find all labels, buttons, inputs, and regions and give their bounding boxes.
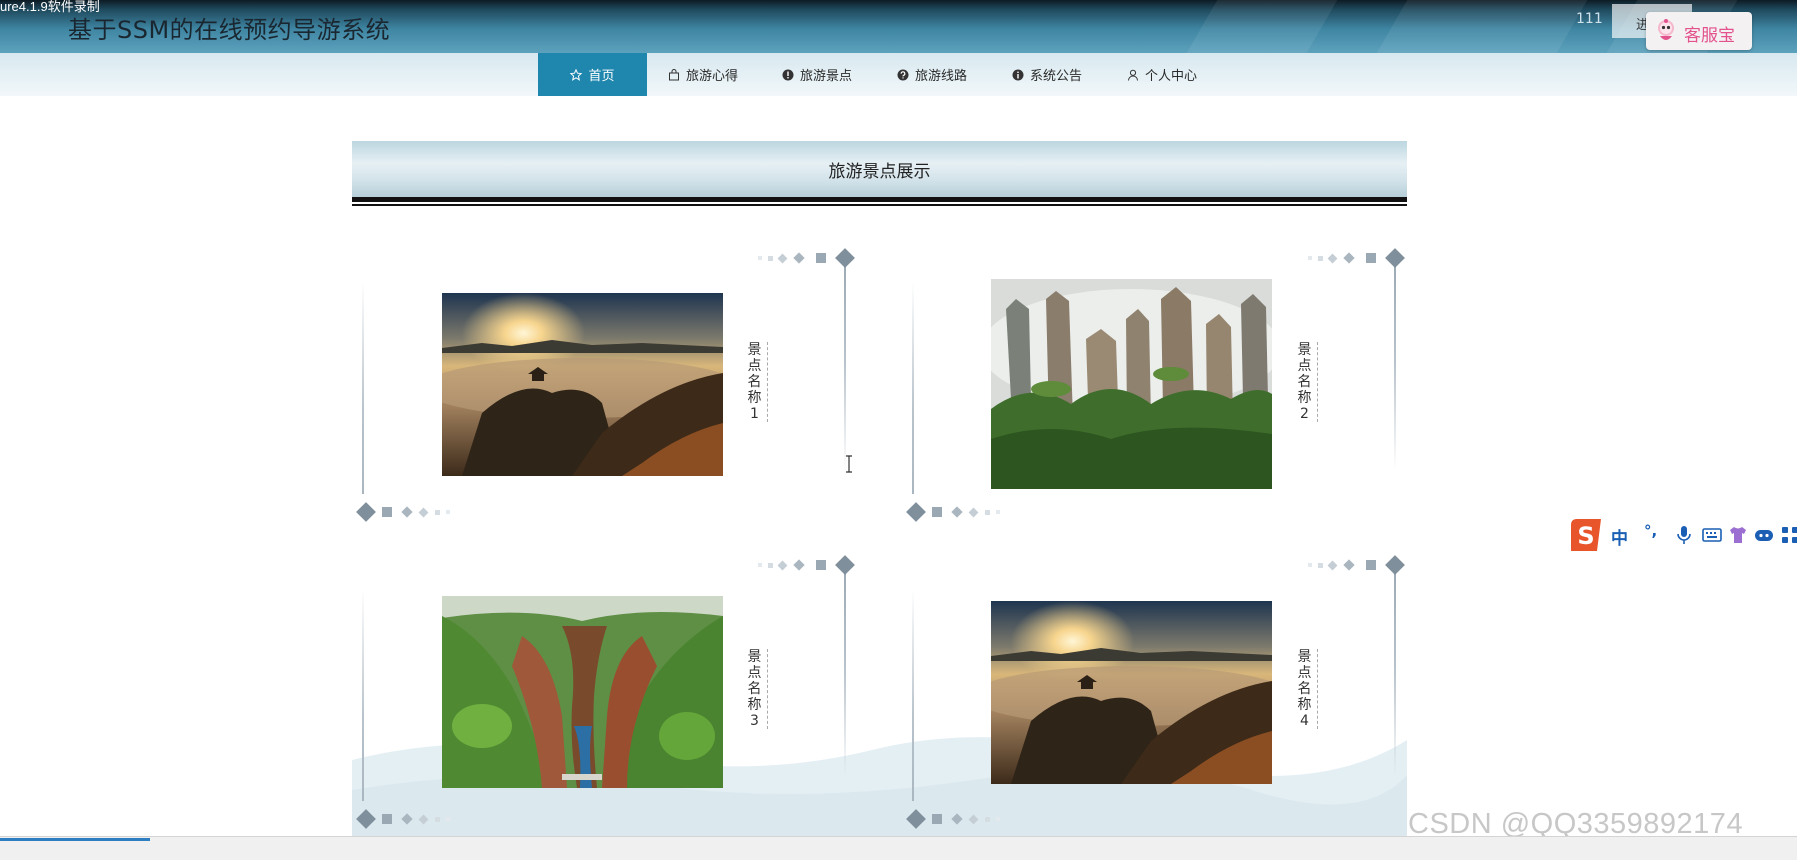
customer-service-button[interactable]: 客服宝 <box>1646 12 1752 50</box>
gamepad-icon[interactable] <box>1753 524 1775 546</box>
nav-profile-label: 个人中心 <box>1145 69 1198 84</box>
card-frame-line <box>1394 563 1396 778</box>
nav-attractions-label: 旅游景点 <box>800 69 853 84</box>
diamond-ornament <box>356 809 450 829</box>
site-title: 基于SSM的在线预约导游系统 <box>68 16 391 44</box>
nav-routes[interactable]: 旅游线路 <box>897 53 967 96</box>
keyboard-icon[interactable] <box>1701 524 1723 546</box>
attraction-name[interactable]: 景点名称4 <box>1296 649 1318 729</box>
skin-shirt-icon[interactable] <box>1727 524 1749 546</box>
attraction-card[interactable]: 景点名称3 <box>352 549 872 839</box>
username[interactable]: 111 <box>1576 11 1603 27</box>
nav-routes-label: 旅游线路 <box>915 69 968 84</box>
nav-attractions[interactable]: 旅游景点 <box>782 53 852 96</box>
attraction-image[interactable] <box>991 601 1272 784</box>
card-frame-line <box>844 256 846 471</box>
info-circle-icon <box>782 69 794 80</box>
bag-icon <box>669 68 679 80</box>
nav-travel-notes[interactable]: 旅游心得 <box>668 53 738 96</box>
card-frame-line <box>362 589 364 801</box>
card-frame-line <box>912 589 914 801</box>
horizontal-scrollbar[interactable] <box>0 836 1797 860</box>
attraction-image[interactable] <box>991 279 1272 489</box>
nav-home-label: 首页 <box>588 69 615 84</box>
card-frame-line <box>362 282 364 494</box>
card-frame-line <box>844 563 846 778</box>
ime-mode-toggle[interactable]: 中 <box>1611 524 1628 549</box>
grid-menu-icon[interactable] <box>1779 524 1797 546</box>
diamond-ornament <box>1308 248 1405 268</box>
attraction-name[interactable]: 景点名称3 <box>746 649 768 729</box>
user-icon <box>1128 69 1138 81</box>
attraction-name[interactable]: 景点名称1 <box>746 342 768 422</box>
diamond-ornament <box>758 248 855 268</box>
nav-travel-notes-label: 旅游心得 <box>686 69 739 84</box>
scrollbar-thumb[interactable] <box>0 838 150 841</box>
nav-announcements[interactable]: 系统公告 <box>1012 53 1082 96</box>
divider <box>352 204 1407 206</box>
service-avatar-icon <box>1658 19 1674 40</box>
divider <box>352 197 1407 202</box>
service-label: 客服宝 <box>1684 26 1735 46</box>
header-decor <box>1176 0 1344 53</box>
nav-announcements-label: 系统公告 <box>1030 69 1083 84</box>
card-frame-line <box>1394 256 1396 471</box>
card-frame-line <box>912 282 914 494</box>
attraction-card[interactable]: 景点名称2 <box>902 242 1422 532</box>
diamond-ornament <box>906 502 1000 522</box>
ime-punctuation-toggle[interactable]: °, <box>1644 522 1657 540</box>
diamond-ornament <box>906 809 1000 829</box>
attraction-image[interactable] <box>442 596 723 788</box>
attraction-card[interactable]: 景点名称4 <box>902 549 1422 839</box>
microphone-icon[interactable] <box>1673 524 1695 546</box>
nav-home[interactable]: 首页 <box>538 53 647 96</box>
diamond-ornament <box>356 502 450 522</box>
section-heading: 旅游景点展示 <box>352 141 1407 197</box>
sogou-s-icon[interactable]: S <box>1567 517 1605 553</box>
attraction-name[interactable]: 景点名称2 <box>1296 342 1318 422</box>
svg-text:S: S <box>1577 522 1594 550</box>
diamond-ornament <box>758 555 855 575</box>
main-nav: 首页 旅游心得 旅游景点 旅游线路 系统公告 个人中心 <box>0 53 1797 96</box>
star-icon <box>570 68 583 81</box>
question-circle-icon <box>897 69 909 80</box>
ime-toolbar[interactable]: S 中 °, <box>1563 516 1797 554</box>
attraction-image[interactable] <box>442 293 723 476</box>
diamond-ornament <box>1308 555 1405 575</box>
attraction-card[interactable]: 景点名称1 <box>352 242 872 532</box>
top-header: ure4.1.9软件录制 基于SSM的在线预约导游系统 111 进 客服宝 <box>0 0 1797 53</box>
info-icon <box>1012 69 1024 80</box>
header-decor <box>1366 0 1594 53</box>
nav-profile[interactable]: 个人中心 <box>1127 53 1197 96</box>
text-cursor-icon <box>846 455 852 473</box>
